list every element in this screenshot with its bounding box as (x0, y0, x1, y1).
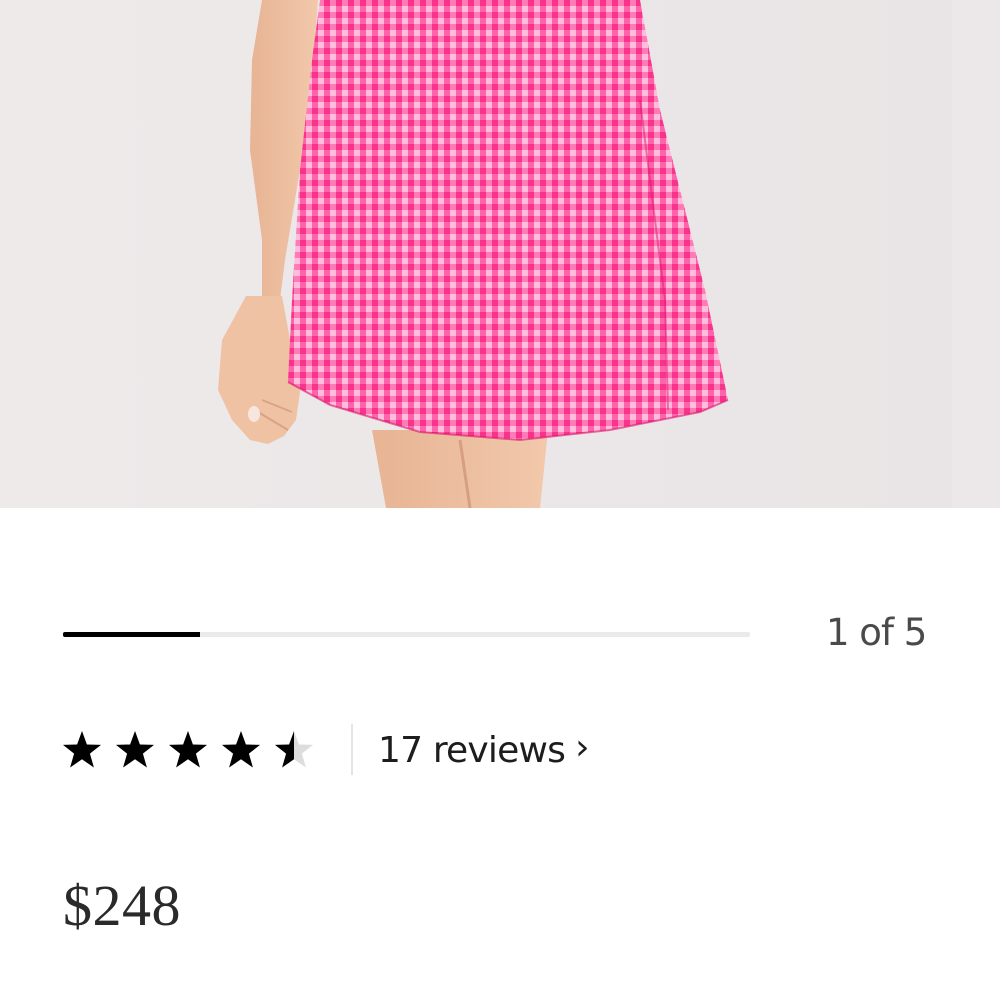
reviews-link-label: 17 reviews (378, 729, 566, 771)
star-rating (62, 728, 314, 774)
star-half-icon (274, 728, 314, 772)
star-full-icon (62, 728, 102, 772)
reviews-link[interactable]: 17 reviews › (378, 725, 589, 775)
chevron-right-icon: › (575, 727, 589, 768)
rating-divider (351, 724, 353, 775)
next-image-peek[interactable] (952, 0, 1000, 508)
carousel-progress-bar (63, 632, 750, 637)
product-page: 1 of 5 17 reviews › $248 (0, 0, 1000, 1000)
star-full-icon (168, 728, 208, 772)
carousel-progress-fill (63, 632, 201, 637)
product-image-carousel[interactable] (0, 0, 1000, 508)
product-image[interactable] (0, 0, 952, 508)
star-full-icon (115, 728, 155, 772)
product-price: $248 (63, 873, 181, 938)
carousel-counter: 1 of 5 (826, 611, 927, 654)
star-full-icon (221, 728, 261, 772)
